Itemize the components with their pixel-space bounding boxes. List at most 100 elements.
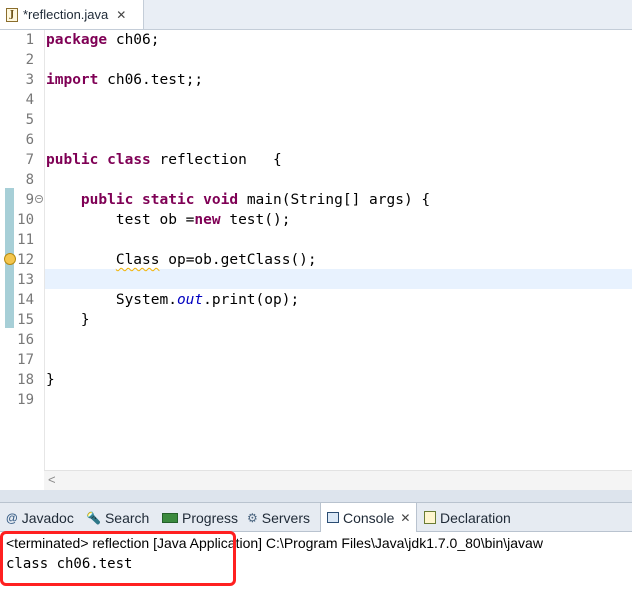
tab-search[interactable]: 🔦 Search bbox=[86, 503, 149, 532]
code-token: ch06.test;; bbox=[98, 72, 204, 88]
horizontal-scrollbar[interactable]: < bbox=[44, 470, 632, 490]
code-token: System. bbox=[46, 292, 177, 308]
line-number: 14 bbox=[17, 292, 34, 308]
keyword-token: public bbox=[46, 152, 99, 168]
code-line[interactable]: 17 bbox=[0, 350, 632, 370]
code-line[interactable]: 5 bbox=[0, 110, 632, 130]
code-token: } bbox=[46, 312, 90, 328]
keyword-token: static bbox=[142, 192, 195, 208]
line-number: 8 bbox=[25, 172, 34, 188]
code-line[interactable]: 14 System.out.print(op); bbox=[0, 290, 632, 310]
tab-label: Search bbox=[104, 509, 150, 526]
line-number: 7 bbox=[25, 152, 34, 168]
line-number: 4 bbox=[25, 92, 34, 108]
line-number: 6 bbox=[25, 132, 34, 148]
code-text: } bbox=[46, 310, 90, 330]
search-icon: 🔦 bbox=[86, 510, 101, 525]
code-line[interactable]: 8 bbox=[0, 170, 632, 190]
fold-collapse-icon[interactable]: − bbox=[35, 195, 43, 203]
line-number: 11 bbox=[17, 232, 34, 248]
code-line[interactable]: 1 package ch06; bbox=[0, 30, 632, 50]
keyword-token: class bbox=[107, 152, 151, 168]
code-line[interactable]: 15 } bbox=[0, 310, 632, 330]
tab-label: Javadoc bbox=[21, 509, 74, 526]
keyword-token: void bbox=[203, 192, 239, 208]
code-token: out bbox=[176, 292, 204, 308]
tab-label: Console bbox=[343, 509, 395, 526]
line-number: 15 bbox=[17, 312, 34, 328]
tab-console[interactable]: Console ✕ bbox=[320, 503, 418, 532]
code-line[interactable]: 16 bbox=[0, 330, 632, 350]
keyword-token: public bbox=[80, 192, 134, 208]
code-line[interactable]: 2 bbox=[0, 50, 632, 70]
tab-declaration[interactable]: Declaration bbox=[424, 503, 511, 532]
editor-tab-title: *reflection.java bbox=[23, 7, 109, 22]
tab-servers[interactable]: ⚙ Servers bbox=[247, 503, 310, 532]
line-number: 18 bbox=[17, 372, 34, 388]
line-number: 3 bbox=[25, 72, 34, 88]
tab-label: Declaration bbox=[440, 509, 511, 526]
scroll-left-arrow-icon[interactable]: < bbox=[48, 472, 56, 487]
line-number: 1 bbox=[25, 32, 34, 48]
code-token: test(); bbox=[220, 212, 291, 228]
code-text: System.out.print(op); bbox=[46, 290, 299, 310]
java-file-icon: J bbox=[6, 7, 18, 22]
code-line[interactable]: 7 public class reflection { bbox=[0, 150, 632, 170]
decl-icon bbox=[424, 511, 436, 524]
annotation-highlight-box bbox=[0, 531, 236, 586]
line-number: 10 bbox=[17, 212, 34, 228]
code-line[interactable]: 12 Class op=ob.getClass(); bbox=[0, 250, 632, 270]
code-token: } bbox=[46, 372, 55, 388]
editor-tab-bar: J *reflection.java ✕ bbox=[0, 0, 632, 30]
code-line[interactable]: 18} bbox=[0, 370, 632, 390]
code-line[interactable]: 11 bbox=[0, 230, 632, 250]
line-number: 2 bbox=[25, 52, 34, 68]
close-icon[interactable]: ✕ bbox=[116, 8, 126, 22]
warning-lightbulb-icon[interactable] bbox=[4, 253, 16, 265]
editor-tab-reflection-java[interactable]: J *reflection.java ✕ bbox=[0, 0, 144, 29]
code-token: ch06; bbox=[107, 32, 160, 48]
code-line[interactable]: 6 bbox=[0, 130, 632, 150]
tab-label: Servers bbox=[261, 509, 310, 526]
code-text: public class reflection { bbox=[46, 150, 282, 170]
code-token: test ob = bbox=[46, 212, 195, 228]
line-number: 17 bbox=[17, 352, 34, 368]
line-number: 5 bbox=[25, 112, 34, 128]
code-line[interactable]: 13 bbox=[0, 270, 632, 290]
code-text: package ch06; bbox=[46, 30, 160, 50]
line-number: 19 bbox=[17, 392, 34, 408]
servers-icon: ⚙ bbox=[247, 510, 258, 525]
close-icon[interactable]: ✕ bbox=[400, 511, 410, 525]
code-text: test ob =new test(); bbox=[46, 210, 291, 230]
code-text: import ch06.test;; bbox=[46, 70, 203, 90]
code-line[interactable]: 3 import ch06.test;; bbox=[0, 70, 632, 90]
tab-javadoc[interactable]: @ Javadoc bbox=[6, 503, 74, 532]
code-editor[interactable]: 1 package ch06; 2 3 import ch06.test;; 4 5 6 7 pu… bbox=[0, 30, 632, 470]
code-line[interactable]: 9− public static void main(String[] args… bbox=[0, 190, 632, 210]
console-icon bbox=[327, 512, 339, 523]
tab-progress[interactable]: Progress bbox=[162, 503, 238, 532]
code-token: .print(op); bbox=[203, 292, 300, 308]
line-number: 9 bbox=[25, 192, 34, 208]
keyword-token: import bbox=[46, 72, 99, 88]
code-text: Class op=ob.getClass(); bbox=[46, 250, 317, 270]
code-line[interactable]: 10 test ob =new test(); bbox=[0, 210, 632, 230]
at-icon: @ bbox=[6, 510, 18, 525]
views-tab-bar: @ Javadoc 🔦 Search Progress ⚙ Servers Console ✕ D… bbox=[0, 502, 632, 532]
code-line[interactable]: 4 bbox=[0, 90, 632, 110]
progress-icon bbox=[162, 512, 178, 523]
code-token: main(String[] args) { bbox=[238, 192, 431, 208]
code-line[interactable]: 19 bbox=[0, 390, 632, 410]
line-number: 16 bbox=[17, 332, 34, 348]
code-text: public static void main(String[] args) { bbox=[46, 190, 430, 210]
code-text: } bbox=[46, 370, 55, 390]
keyword-token: package bbox=[46, 32, 108, 48]
keyword-token: new bbox=[194, 212, 221, 228]
code-token: reflection { bbox=[150, 152, 282, 168]
code-token: Class bbox=[115, 252, 160, 268]
